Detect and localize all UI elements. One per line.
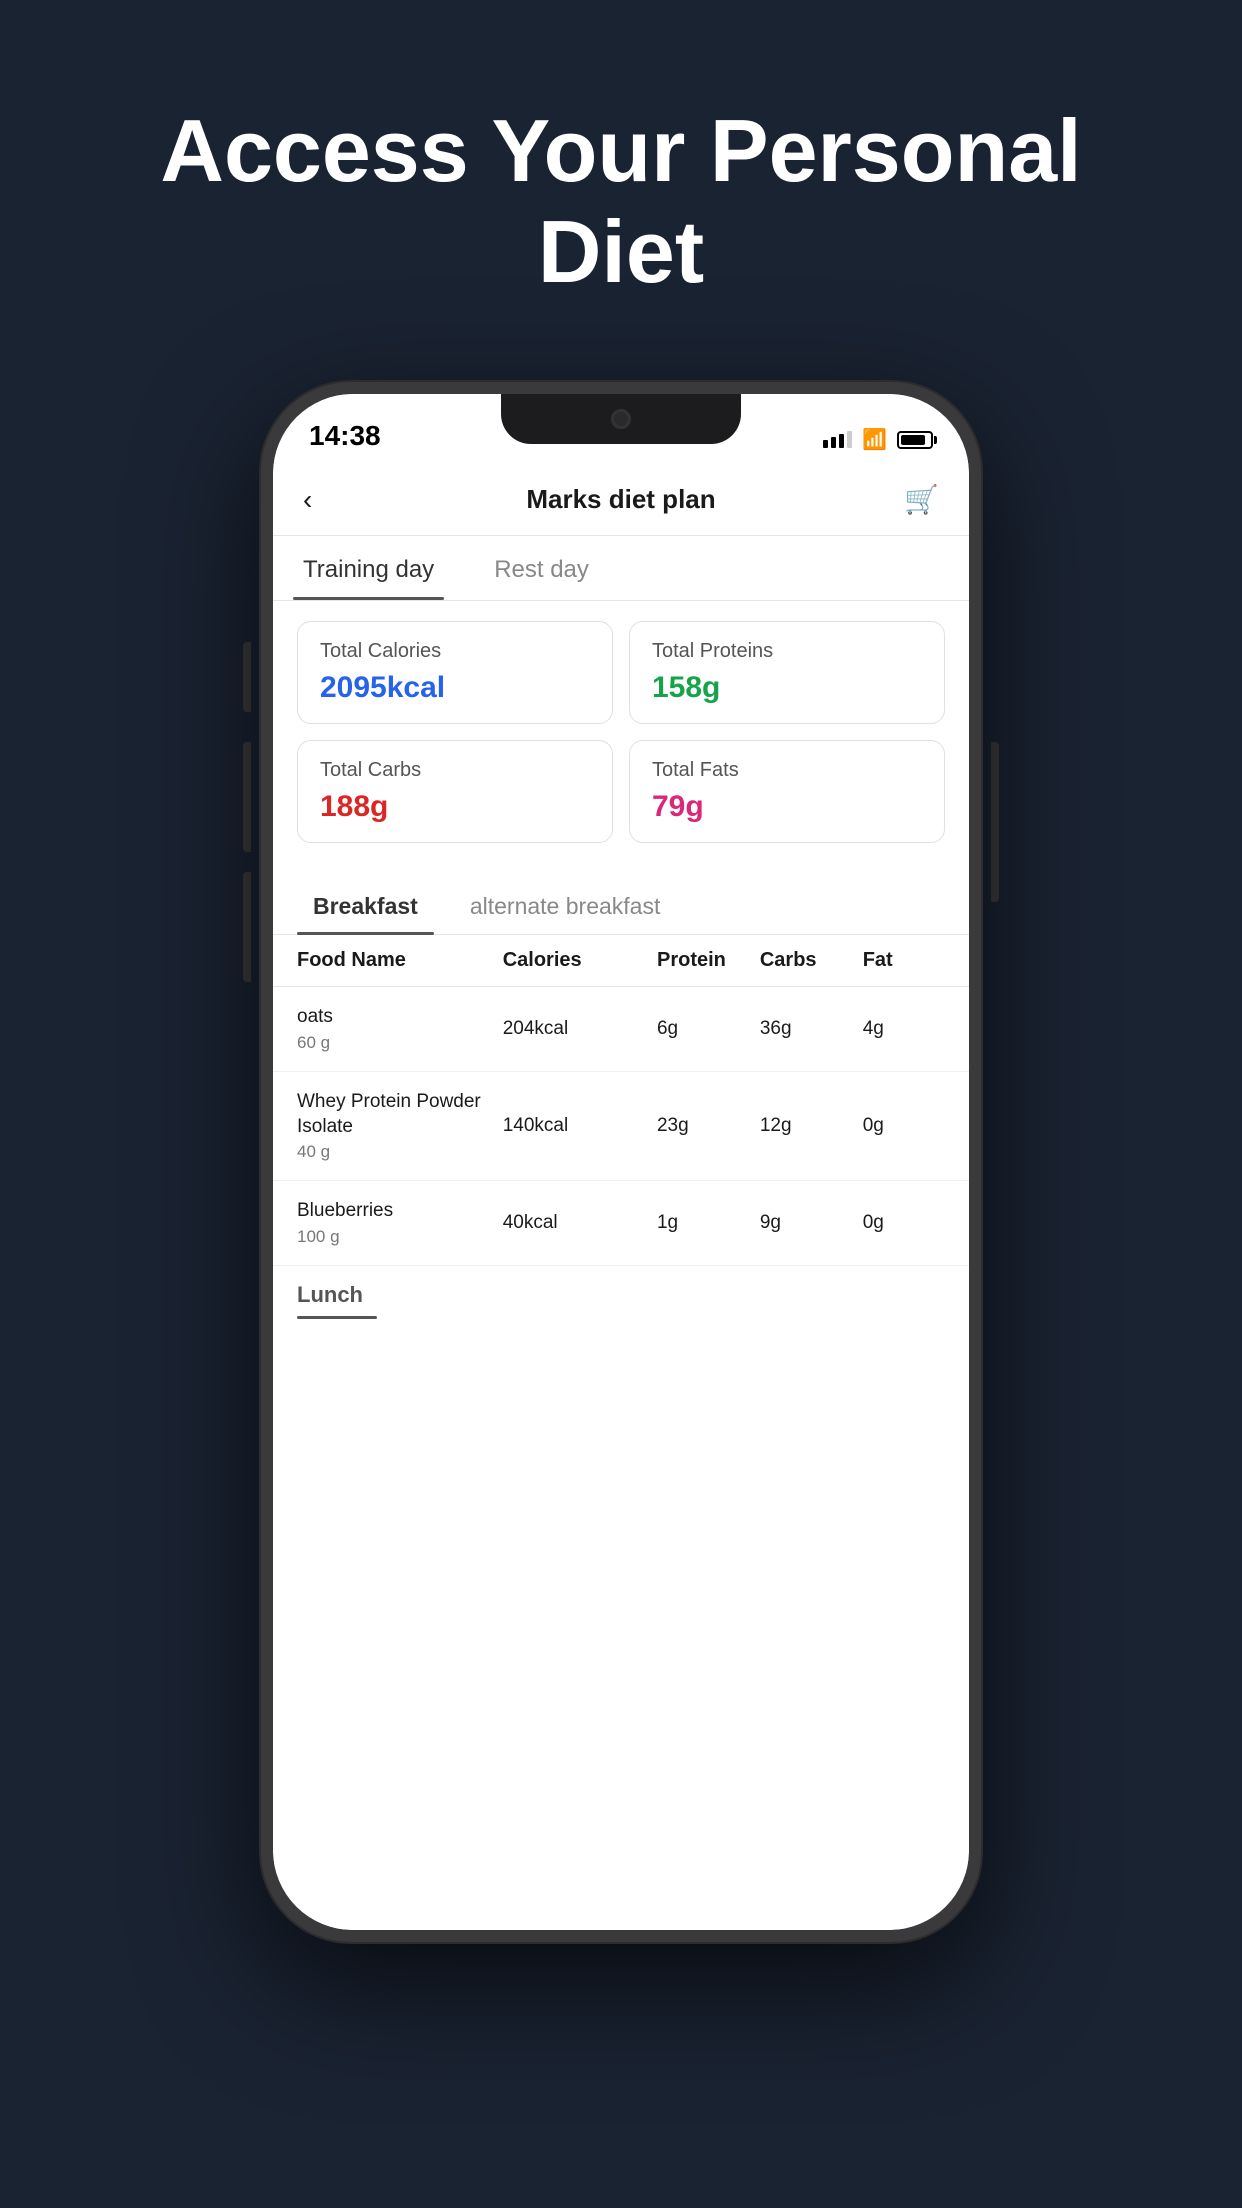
table-row: Whey Protein Powder Isolate 40 g 140kcal… (273, 1072, 969, 1181)
stat-value-proteins: 158g (652, 671, 922, 705)
wifi-icon: 📶 (862, 427, 887, 452)
volume-up-button (243, 742, 251, 852)
tab-rest-day[interactable]: Rest day (464, 536, 619, 600)
food-table: Food Name Calories Protein Carbs Fat oat… (273, 935, 969, 1930)
food-fat-cell: 0g (863, 1115, 945, 1137)
status-time: 14:38 (309, 420, 381, 452)
food-protein-cell: 23g (657, 1115, 760, 1137)
col-header-protein: Protein (657, 949, 760, 972)
phone-frame: 14:38 📶 ‹ Marks diet pla (261, 382, 981, 1942)
stat-value-carbs: 188g (320, 790, 590, 824)
food-carbs-cell: 9g (760, 1212, 863, 1234)
stat-label-calories: Total Calories (320, 640, 590, 663)
stat-label-proteins: Total Proteins (652, 640, 922, 663)
table-row: oats 60 g 204kcal 6g 36g 4g (273, 987, 969, 1072)
col-header-calories: Calories (503, 949, 657, 972)
tab-alternate-breakfast[interactable]: alternate breakfast (454, 879, 677, 934)
front-camera (611, 409, 631, 429)
food-name-cell: oats 60 g (297, 1005, 503, 1053)
stat-card-proteins: Total Proteins 158g (629, 621, 945, 724)
food-carbs-cell: 12g (760, 1115, 863, 1137)
back-button[interactable]: ‹ (303, 484, 353, 516)
notch (501, 394, 741, 444)
page-title: Marks diet plan (353, 484, 889, 515)
phone-screen: 14:38 📶 ‹ Marks diet pla (273, 394, 969, 1930)
stat-card-calories: Total Calories 2095kcal (297, 621, 613, 724)
tab-breakfast[interactable]: Breakfast (297, 879, 434, 934)
volume-down-button (243, 872, 251, 982)
food-calories-cell: 204kcal (503, 1018, 657, 1040)
meal-tabs: Breakfast alternate breakfast (273, 863, 969, 935)
day-tabs: Training day Rest day (273, 536, 969, 601)
col-header-carbs: Carbs (760, 949, 863, 972)
stat-card-fats: Total Fats 79g (629, 740, 945, 843)
cart-button[interactable]: 🛒 (889, 483, 939, 516)
power-button (991, 742, 999, 902)
navigation-bar: ‹ Marks diet plan 🛒 (273, 464, 969, 536)
stat-card-carbs: Total Carbs 188g (297, 740, 613, 843)
stat-value-calories: 2095kcal (320, 671, 590, 705)
battery-icon (897, 431, 933, 449)
lunch-section-underline (297, 1316, 377, 1319)
lunch-section-label: Lunch (273, 1266, 969, 1316)
table-header: Food Name Calories Protein Carbs Fat (273, 935, 969, 987)
col-header-food-name: Food Name (297, 949, 503, 972)
stat-value-fats: 79g (652, 790, 922, 824)
food-fat-cell: 4g (863, 1018, 945, 1040)
hero-title: Access Your Personal Diet (0, 100, 1242, 302)
food-calories-cell: 40kcal (503, 1212, 657, 1234)
status-icons: 📶 (823, 427, 933, 452)
cart-icon: 🛒 (904, 483, 939, 516)
food-fat-cell: 0g (863, 1212, 945, 1234)
food-name-cell: Whey Protein Powder Isolate 40 g (297, 1090, 503, 1162)
stats-grid: Total Calories 2095kcal Total Proteins 1… (273, 601, 969, 863)
stat-label-carbs: Total Carbs (320, 759, 590, 782)
food-protein-cell: 6g (657, 1018, 760, 1040)
food-calories-cell: 140kcal (503, 1115, 657, 1137)
stat-label-fats: Total Fats (652, 759, 922, 782)
volume-silent-button (243, 642, 251, 712)
food-carbs-cell: 36g (760, 1018, 863, 1040)
signal-icon (823, 431, 852, 448)
food-name-cell: Blueberries 100 g (297, 1199, 503, 1247)
tab-training-day[interactable]: Training day (273, 536, 464, 600)
food-protein-cell: 1g (657, 1212, 760, 1234)
table-row: Blueberries 100 g 40kcal 1g 9g 0g (273, 1181, 969, 1266)
col-header-fat: Fat (863, 949, 945, 972)
phone-mockup: 14:38 📶 ‹ Marks diet pla (261, 382, 981, 1942)
